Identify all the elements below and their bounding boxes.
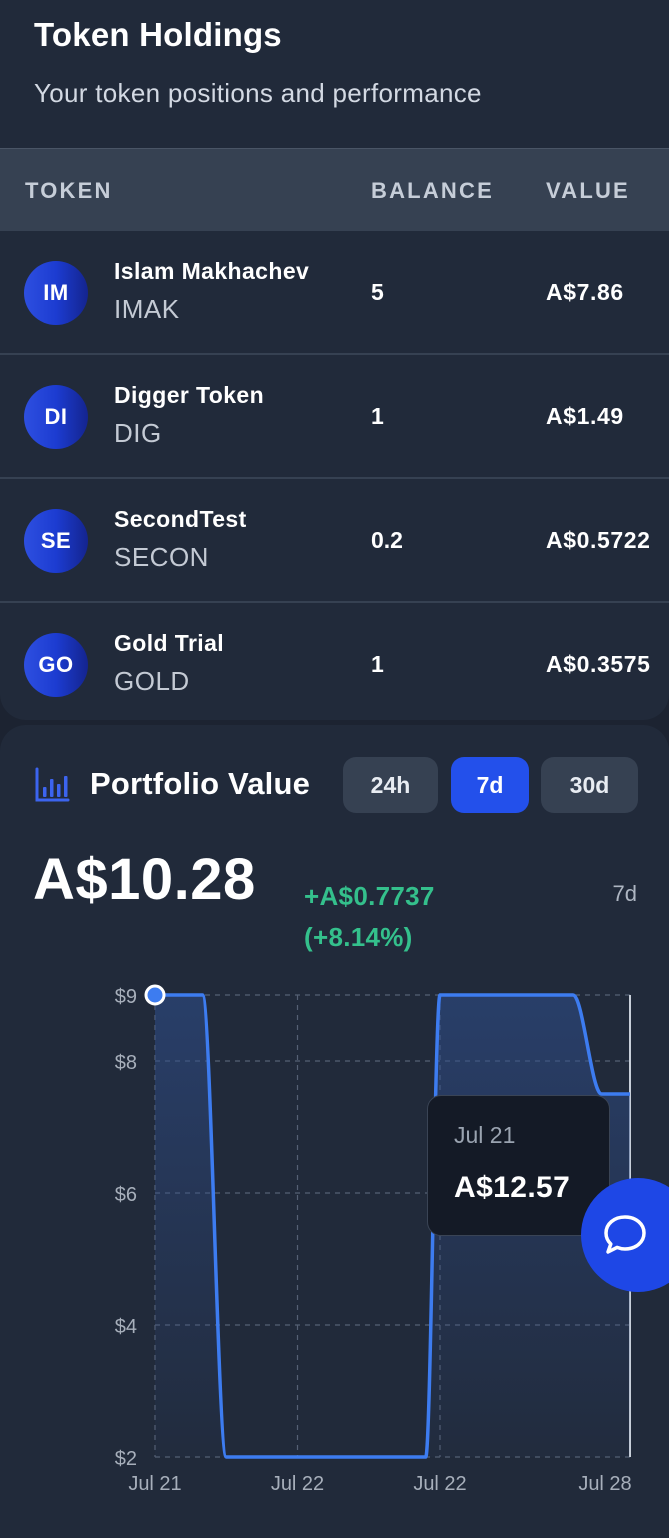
token-balance: 1: [371, 403, 384, 429]
column-header-balance: BALANCE: [371, 178, 494, 203]
token-value: A$1.49: [546, 403, 624, 429]
x-tick-label: Jul 28: [578, 1473, 631, 1495]
x-tick-label: Jul 21: [128, 1473, 181, 1495]
range-button-24h[interactable]: 24h: [343, 757, 438, 813]
x-tick-label: Jul 22: [271, 1473, 324, 1495]
token-value: A$0.3575: [546, 651, 651, 677]
x-tick-label: Jul 22: [413, 1473, 466, 1495]
chart-tooltip: Jul 21 A$12.57: [427, 1095, 610, 1236]
token-avatar: IM: [24, 261, 88, 325]
period-label: 7d: [612, 881, 637, 906]
column-header-value: VALUE: [546, 178, 630, 203]
token-balance: 0.2: [371, 527, 403, 553]
table-row[interactable]: DI Digger Token DIG 1 A$1.49: [0, 354, 669, 479]
bar-chart-icon: [35, 767, 70, 802]
token-symbol: SECON: [114, 542, 209, 572]
y-tick-label: $9: [115, 986, 137, 1008]
tooltip-value: A$12.57: [454, 1171, 571, 1204]
table-header: TOKEN BALANCE VALUE: [0, 148, 669, 231]
y-tick-label: $6: [115, 1184, 137, 1206]
change-amount: +A$0.7737: [304, 881, 435, 911]
token-avatar: SE: [24, 509, 88, 573]
table-row[interactable]: SE SecondTest SECON 0.2 A$0.5722: [0, 478, 669, 603]
token-name: Digger Token: [114, 382, 265, 408]
page-title: Token Holdings: [34, 16, 282, 53]
change-percent: (+8.14%): [304, 922, 413, 952]
page-subtitle: Your token positions and performance: [34, 78, 482, 108]
table-row[interactable]: IM Islam Makhachev IMAK 5 A$7.86: [0, 230, 669, 355]
table-row[interactable]: GO Gold Trial GOLD 1 A$0.3575: [0, 602, 669, 725]
token-value: A$0.5722: [546, 527, 651, 553]
token-symbol: DIG: [114, 418, 162, 448]
portfolio-total-value: A$10.28: [33, 847, 256, 912]
chat-bubble-icon: [604, 1215, 646, 1254]
token-name: Islam Makhachev: [114, 258, 310, 284]
highlighted-point[interactable]: [144, 984, 166, 1006]
tooltip-date: Jul 21: [454, 1122, 516, 1148]
token-name: Gold Trial: [114, 630, 225, 656]
y-tick-label: $8: [115, 1052, 137, 1074]
range-button-7d[interactable]: 7d: [451, 757, 529, 813]
token-balance: 1: [371, 651, 384, 677]
token-symbol: IMAK: [114, 294, 180, 324]
token-name: SecondTest: [114, 506, 247, 532]
token-value: A$7.86: [546, 279, 624, 305]
y-tick-label: $4: [115, 1316, 137, 1338]
column-header-token: TOKEN: [25, 178, 113, 203]
token-avatar: GO: [24, 633, 88, 697]
token-balance: 5: [371, 279, 384, 305]
portfolio-change: +A$0.7737 (+8.14%): [304, 876, 435, 958]
portfolio-title: Portfolio Value: [90, 766, 311, 801]
range-button-30d[interactable]: 30d: [541, 757, 638, 813]
token-symbol: GOLD: [114, 666, 190, 696]
token-avatar: DI: [24, 385, 88, 449]
y-tick-label: $2: [115, 1448, 137, 1470]
